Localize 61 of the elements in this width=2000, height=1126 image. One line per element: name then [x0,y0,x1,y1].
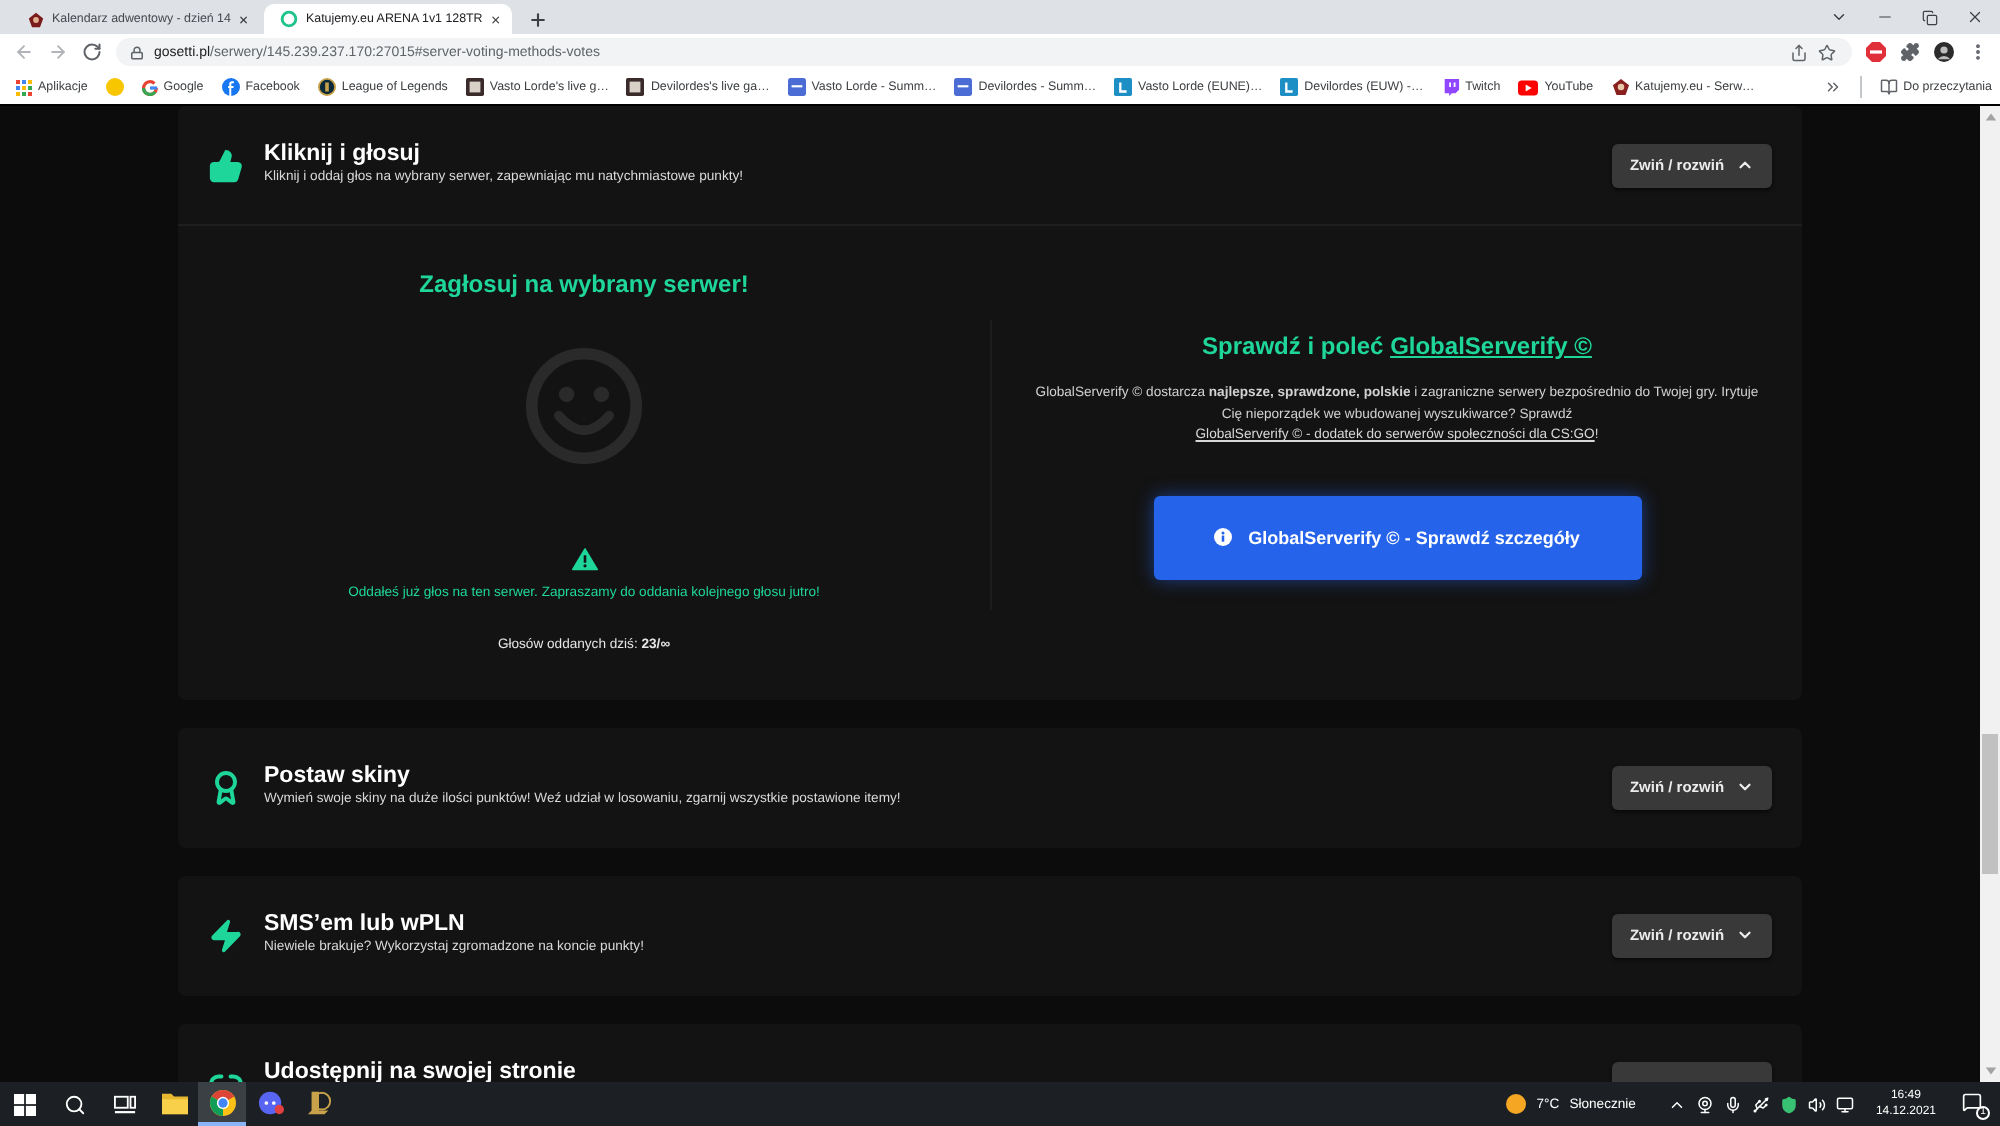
stop-sign-icon[interactable] [1866,42,1886,62]
document-icon [954,78,973,96]
chevron-down-icon[interactable] [1830,8,1848,26]
mic-icon[interactable] [1723,1095,1742,1113]
google-icon [141,79,158,95]
section-title: SMS’em lub wPLN [264,910,467,938]
lock-icon [130,45,144,59]
chat-app-icon [257,1089,283,1115]
logo-icon [1611,78,1630,96]
share-icon[interactable] [1790,43,1808,61]
scrollbar-track[interactable] [1980,106,2000,1082]
site-icon [28,11,44,27]
webcam-icon[interactable] [1695,1095,1714,1113]
puzzle-icon[interactable] [1900,42,1920,62]
monitor-icon[interactable] [1835,1095,1854,1113]
volume-icon[interactable] [1807,1095,1826,1113]
tile-icon [1280,78,1299,96]
plus-icon[interactable] [528,9,548,29]
smiley-icon [526,348,642,464]
close-icon[interactable] [1966,8,1984,26]
facebook-icon [221,78,240,96]
close-icon[interactable] [238,11,250,27]
reading-list-icon [1879,78,1898,96]
globalserverify-link[interactable]: GlobalServerify © [1390,332,1592,360]
browser-icon [209,1089,235,1115]
search-icon[interactable] [64,1093,86,1115]
details-button[interactable]: GlobalServerify © - Sprawdź szczegóły [1153,495,1641,579]
sun-icon [1506,1094,1527,1114]
thumbs-up-icon [208,147,244,183]
warning-icon [571,546,597,572]
thumbnail-icon [465,78,484,96]
apps-grid-icon [16,79,32,95]
info-icon [1214,528,1233,546]
shield-icon[interactable] [1779,1095,1798,1113]
chevrons-icon[interactable] [1823,78,1842,96]
reload-icon[interactable] [82,42,102,62]
circle-icon [105,78,124,96]
restore-icon[interactable] [1922,9,1938,25]
section-title: Kliknij i głosuj [264,140,422,168]
section-title: Postaw skiny [264,762,412,790]
lightning-icon [208,917,244,953]
emblem-icon [305,1089,331,1115]
thumbnail-icon [626,78,645,96]
task-view-icon[interactable] [114,1093,136,1115]
avatar-icon[interactable] [1934,42,1954,62]
ring-icon [280,10,298,28]
notification-icon[interactable] [1962,1092,1982,1112]
document-icon [787,78,806,96]
usb-icon[interactable] [1751,1095,1770,1113]
play-icon [1518,77,1539,97]
speech-bubble-icon [1441,78,1460,96]
windows-icon[interactable] [14,1093,36,1115]
folder-icon [161,1089,187,1115]
taskbar-button[interactable] [198,1082,246,1126]
close-icon[interactable] [490,11,502,27]
vote-heading: Zagłosuj na wybrany serwer! [419,270,749,300]
scrollbar-thumb[interactable] [1982,734,1998,874]
emblem-icon [317,78,336,96]
tile-icon [1114,78,1133,96]
star-icon[interactable] [1818,43,1836,61]
promo-heading: Sprawdź i poleć GlobalServerify © [1202,332,1592,362]
